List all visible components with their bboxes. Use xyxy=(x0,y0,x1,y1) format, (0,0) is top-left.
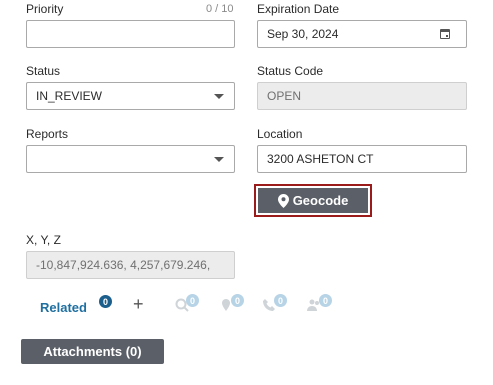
attachments-button[interactable]: Attachments (0) xyxy=(21,339,164,364)
status-code-field: OPEN xyxy=(257,82,467,110)
add-related-icon[interactable]: + xyxy=(133,295,144,313)
priority-label: Priority xyxy=(26,2,64,16)
reports-label: Reports xyxy=(26,127,69,141)
calendar-icon[interactable] xyxy=(440,29,450,39)
priority-input[interactable] xyxy=(26,20,235,48)
geocode-label: Geocode xyxy=(292,193,349,208)
related-icon-badge: 0 xyxy=(274,294,287,307)
reports-select[interactable] xyxy=(26,145,235,173)
priority-counter: 0 / 10 xyxy=(206,3,234,15)
chevron-down-icon xyxy=(214,157,224,162)
map-pin-icon xyxy=(277,193,289,208)
expiration-date-value: Sep 30, 2024 xyxy=(267,27,339,41)
status-select[interactable]: IN_REVIEW xyxy=(26,82,235,110)
related-count-badge: 0 xyxy=(99,295,112,308)
location-input[interactable]: 3200 ASHETON CT xyxy=(257,145,467,173)
related-icon-badge: 0 xyxy=(319,294,332,307)
geocode-button[interactable]: Geocode xyxy=(258,188,368,213)
related-icon-badge: 0 xyxy=(231,294,244,307)
status-value: IN_REVIEW xyxy=(36,89,103,103)
chevron-down-icon xyxy=(214,94,224,99)
status-label: Status xyxy=(26,64,61,78)
xyz-label: X, Y, Z xyxy=(26,233,61,247)
location-label: Location xyxy=(257,127,303,141)
geocode-button-focus-ring: Geocode xyxy=(254,184,372,217)
expiration-date-field[interactable]: Sep 30, 2024 xyxy=(257,20,467,48)
expiration-date-label: Expiration Date xyxy=(257,2,340,16)
tab-related[interactable]: Related xyxy=(40,300,87,315)
status-code-label: Status Code xyxy=(257,64,324,78)
xyz-field: -10,847,924.636, 4,257,679.246, xyxy=(26,251,235,279)
related-icon-badge: 0 xyxy=(186,294,199,307)
